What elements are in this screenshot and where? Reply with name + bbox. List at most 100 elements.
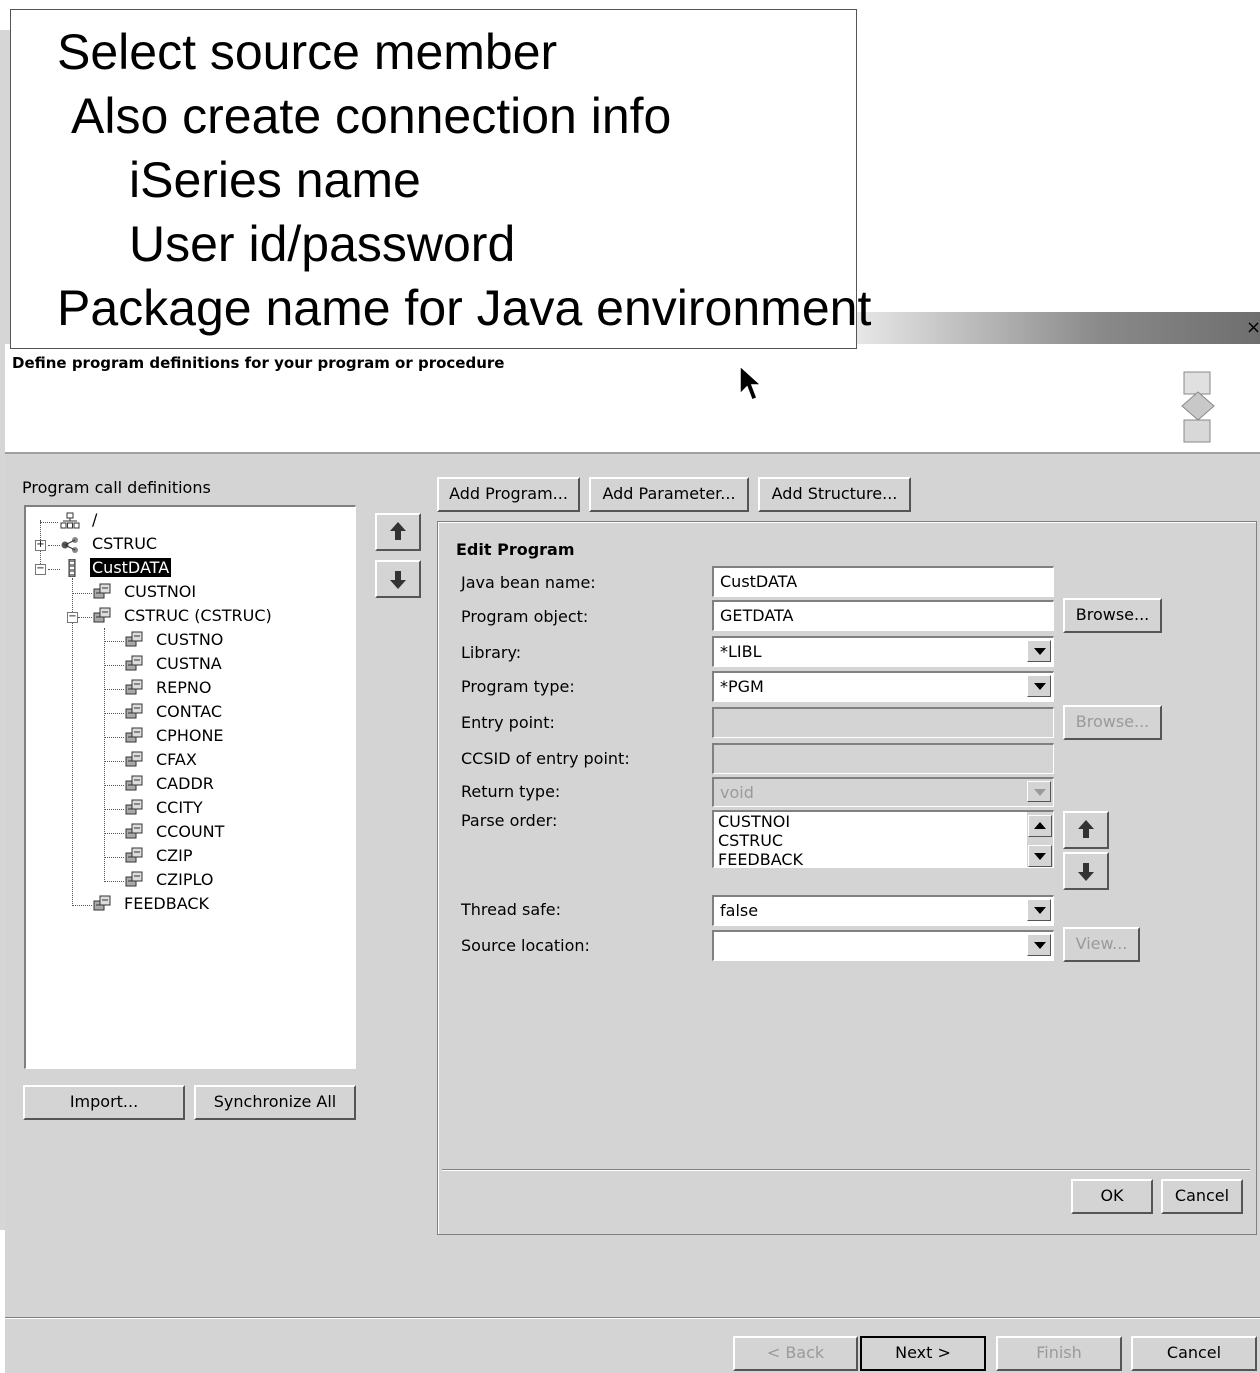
tree-connector	[104, 833, 124, 834]
tree-node-field[interactable]: CZIP	[156, 845, 193, 867]
parse-order-down-button[interactable]	[1063, 852, 1109, 890]
chevron-down-icon	[1027, 781, 1051, 802]
add-program-button[interactable]: Add Program...	[437, 477, 580, 512]
program-type-value: *PGM	[720, 677, 764, 696]
import-button[interactable]: Import...	[23, 1085, 185, 1120]
chevron-down-icon[interactable]	[1027, 899, 1051, 921]
callout-line: Package name for Java environment	[57, 280, 872, 336]
tree-label: Program call definitions	[22, 478, 211, 497]
mouse-pointer-icon	[739, 364, 763, 401]
tree-node-field[interactable]: CUSTNO	[156, 629, 223, 651]
field-icon	[124, 630, 144, 648]
cancel-button[interactable]: Cancel	[1131, 1336, 1257, 1371]
tree-node-custdata-label: CustDATA	[90, 558, 172, 577]
parse-order-scrollbar[interactable]	[1027, 812, 1053, 867]
parse-order-item[interactable]: CSTRUC	[718, 831, 1053, 850]
tree-connector	[104, 737, 124, 738]
collapse-icon[interactable]: −	[67, 612, 78, 623]
tree-connector	[104, 665, 124, 666]
tree-connector	[48, 569, 60, 570]
chevron-down-icon[interactable]	[1027, 640, 1051, 662]
parse-order-label: Parse order:	[461, 811, 558, 830]
program-object-field[interactable]: GETDATA	[712, 600, 1054, 631]
field-icon	[124, 870, 144, 888]
library-label: Library:	[461, 643, 522, 662]
ccsid-label: CCSID of entry point:	[461, 749, 630, 768]
browse-program-button[interactable]: Browse...	[1063, 598, 1162, 633]
close-icon[interactable]: ×	[1246, 318, 1260, 338]
entry-point-label: Entry point:	[461, 713, 555, 732]
tree-connector	[104, 641, 124, 642]
tree-node-field[interactable]: REPNO	[156, 677, 211, 699]
program-object-label: Program object:	[461, 607, 589, 626]
arrow-up-icon	[1078, 820, 1094, 838]
tree-connector	[72, 593, 92, 594]
parse-order-list[interactable]: CUSTNOI CSTRUC FEEDBACK	[712, 810, 1054, 868]
tree-node-field[interactable]: CADDR	[156, 773, 214, 795]
next-button[interactable]: Next >	[860, 1336, 986, 1371]
tree-node-field[interactable]: CZIPLO	[156, 869, 213, 891]
move-up-button[interactable]	[375, 513, 421, 551]
chevron-down-icon[interactable]	[1027, 934, 1051, 956]
field-icon	[124, 702, 144, 720]
wizard-banner-icon	[1181, 371, 1215, 443]
source-location-select[interactable]	[712, 930, 1054, 961]
thread-safe-select[interactable]: false	[712, 895, 1054, 926]
tree-connector	[104, 881, 124, 882]
add-parameter-button[interactable]: Add Parameter...	[589, 477, 749, 512]
expand-icon[interactable]: +	[35, 540, 46, 551]
parameter-icon	[93, 607, 111, 623]
field-icon	[124, 822, 144, 840]
parse-order-up-button[interactable]	[1063, 811, 1109, 849]
ok-button[interactable]: OK	[1071, 1179, 1153, 1214]
wizard-header-title: Define program definitions for your prog…	[12, 354, 505, 372]
tree-node-cstruc[interactable]: CSTRUC	[92, 533, 157, 555]
scroll-down-icon[interactable]	[1028, 845, 1052, 867]
tree-connector	[40, 522, 58, 523]
field-icon	[124, 846, 144, 864]
arrow-down-icon	[1078, 863, 1094, 881]
collapse-icon[interactable]: −	[35, 564, 46, 575]
synchronize-all-button[interactable]: Synchronize All	[194, 1085, 356, 1120]
tree-node-cstruc-param[interactable]: CSTRUC (CSTRUC)	[124, 605, 272, 627]
program-icon	[68, 559, 76, 577]
callout-line: Select source member	[57, 24, 558, 80]
arrow-down-icon	[390, 571, 406, 589]
parse-order-item[interactable]: FEEDBACK	[718, 850, 1053, 867]
tree-node-custnoi[interactable]: CUSTNOI	[124, 581, 196, 603]
callout-line: User id/password	[129, 216, 516, 272]
return-type-select: void	[712, 777, 1054, 807]
browse-entry-point-button: Browse...	[1063, 705, 1162, 740]
finish-button: Finish	[996, 1336, 1122, 1371]
library-select[interactable]: *LIBL	[712, 636, 1054, 667]
tree-node-root[interactable]: /	[92, 509, 97, 531]
tree-node-field[interactable]: CPHONE	[156, 725, 224, 747]
tree-node-feedback[interactable]: FEEDBACK	[124, 893, 209, 915]
tree-node-field[interactable]: CCITY	[156, 797, 203, 819]
field-icon	[124, 726, 144, 744]
tree-node-custdata[interactable]: CustDATA	[90, 557, 172, 579]
arrow-up-icon	[390, 522, 406, 540]
chevron-down-icon[interactable]	[1027, 675, 1051, 697]
thread-safe-label: Thread safe:	[461, 900, 562, 919]
structure-icon	[61, 537, 78, 553]
scroll-up-icon[interactable]	[1028, 815, 1052, 837]
tree-connector	[104, 857, 124, 858]
java-bean-field[interactable]: CustDATA	[712, 566, 1054, 597]
return-type-value: void	[720, 783, 754, 802]
tree-node-field[interactable]: CUSTNA	[156, 653, 222, 675]
add-structure-button[interactable]: Add Structure...	[758, 477, 911, 512]
move-down-button[interactable]	[375, 560, 421, 598]
return-type-label: Return type:	[461, 782, 561, 801]
field-icon	[124, 774, 144, 792]
callout-line: iSeries name	[129, 152, 421, 208]
tree-node-field[interactable]: CONTAC	[156, 701, 222, 723]
tree-node-field[interactable]: CCOUNT	[156, 821, 224, 843]
tree-connector	[78, 617, 92, 618]
tree-connector	[72, 578, 73, 904]
tree-connector	[104, 713, 124, 714]
parse-order-item[interactable]: CUSTNOI	[718, 812, 1053, 831]
edit-cancel-button[interactable]: Cancel	[1161, 1179, 1243, 1214]
program-type-select[interactable]: *PGM	[712, 671, 1054, 702]
tree-node-field[interactable]: CFAX	[156, 749, 197, 771]
